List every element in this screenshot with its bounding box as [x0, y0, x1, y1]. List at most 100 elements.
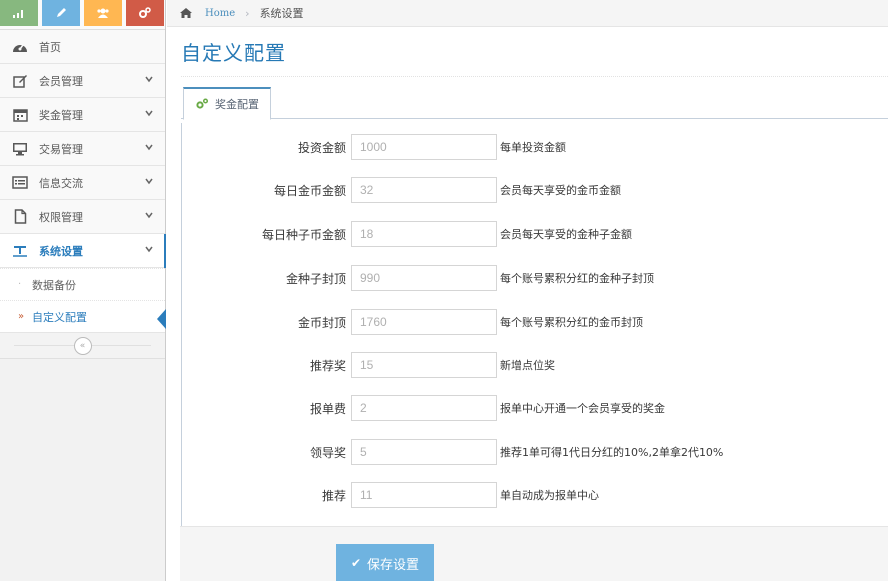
sidebar-item-label: 会员管理	[39, 74, 83, 88]
sidebar-collapse-bar: «	[0, 333, 165, 359]
sidebar-item-label: 系统设置	[39, 244, 83, 258]
double-angle-left-icon: «	[79, 340, 86, 351]
chevron-down-icon	[145, 178, 153, 185]
form-help-text: 会员每天享受的金币金额	[500, 184, 621, 197]
shortcut-cogs-button[interactable]	[126, 0, 164, 26]
desktop-icon	[11, 141, 29, 157]
breadcrumb-home-link[interactable]: Home	[205, 8, 235, 19]
coin-cap-input[interactable]	[351, 309, 497, 335]
sidebar-item-permissions[interactable]: 权限管理	[0, 200, 165, 234]
chevron-down-icon	[145, 212, 153, 219]
sidebar-item-label: 交易管理	[39, 142, 83, 156]
leader-bonus-input[interactable]	[351, 439, 497, 465]
form-label: 金种子封顶	[285, 271, 346, 286]
sidebar-item-label: 信息交流	[39, 176, 83, 190]
sidebar-item-messages[interactable]: 信息交流	[0, 166, 165, 200]
sidebar-item-label: 首页	[39, 40, 61, 54]
form-help-text: 每个账号累积分红的金种子封顶	[500, 272, 654, 285]
cogs-icon	[139, 7, 151, 18]
breadcrumb-separator: ›	[245, 6, 250, 20]
main-content: Home › 系统设置 自定义配置 奖金配置 投资金额 每单投资金额 每日金币金…	[167, 0, 888, 581]
sidebar-submenu: · 数据备份 » 自定义配置	[0, 268, 166, 333]
text-width-icon	[11, 243, 29, 259]
form-row-daily-coin: 每日金币金额 会员每天享受的金币金额	[182, 175, 882, 205]
sidebar-item-bonus[interactable]: 奖金管理	[0, 98, 165, 132]
pencil-icon	[57, 8, 66, 17]
sidebar-subitem-custom-config[interactable]: » 自定义配置	[0, 300, 166, 332]
form-help-text: 报单中心开通一个会员享受的奖金	[500, 402, 665, 415]
seed-cap-input[interactable]	[351, 265, 497, 291]
form-help-text: 新增点位奖	[500, 359, 555, 372]
order-fee-input[interactable]	[351, 395, 497, 421]
breadcrumb: Home › 系统设置	[167, 0, 888, 27]
file-icon	[11, 209, 29, 225]
referral-bonus-input[interactable]	[351, 352, 497, 378]
form-row-referral-bonus: 推荐奖 新增点位奖	[182, 350, 882, 380]
sidebar-shortcuts	[0, 0, 165, 30]
form-row-seed-cap: 金种子封顶 每个账号累积分红的金种子封顶	[182, 263, 882, 293]
page-title: 自定义配置	[181, 41, 286, 65]
form-label: 推荐奖	[309, 358, 346, 373]
group-icon	[97, 8, 109, 18]
cogs-icon	[196, 98, 209, 109]
sidebar-item-label: 奖金管理	[39, 108, 83, 122]
form-row-leader-bonus: 领导奖 推荐1单可得1代日分红的10%,2单拿2代10%	[182, 437, 882, 467]
form-label: 报单费	[309, 401, 346, 416]
form-label: 推荐	[321, 488, 346, 503]
shortcut-group-button[interactable]	[84, 0, 122, 26]
form-help-text: 每单投资金额	[500, 141, 566, 154]
sidebar-subitem-label: 数据备份	[32, 278, 76, 292]
shortcut-signal-button[interactable]	[0, 0, 38, 26]
sidebar-item-home[interactable]: 首页	[0, 30, 165, 64]
save-settings-button[interactable]: ✔ 保存设置	[336, 544, 434, 581]
chevron-down-icon	[145, 110, 153, 117]
form-help-text: 会员每天享受的金种子金额	[500, 228, 632, 241]
dashboard-icon	[11, 39, 29, 55]
chevron-down-icon	[145, 246, 153, 253]
check-icon: ✔	[350, 556, 362, 570]
sidebar-item-label: 权限管理	[39, 210, 83, 224]
sidebar-item-members[interactable]: 会员管理	[0, 64, 165, 98]
form-row-coin-cap: 金币封顶 每个账号累积分红的金币封顶	[182, 307, 882, 337]
sidebar-subitem-data-backup[interactable]: · 数据备份	[0, 268, 165, 300]
calendar-icon	[11, 107, 29, 123]
sidebar-item-trade[interactable]: 交易管理	[0, 132, 165, 166]
chevron-down-icon	[145, 144, 153, 151]
form-label: 金币封顶	[297, 315, 346, 330]
referral-count-input[interactable]	[351, 482, 497, 508]
form-label: 领导奖	[309, 445, 346, 460]
home-icon	[180, 8, 192, 18]
list-alt-icon	[11, 175, 29, 191]
collapse-sidebar-button[interactable]: «	[73, 336, 92, 355]
daily-coin-amount-input[interactable]	[351, 177, 497, 203]
form-label: 每日种子币金额	[261, 227, 346, 242]
form-row-daily-seed: 每日种子币金额 会员每天享受的金种子金额	[182, 219, 882, 249]
sidebar-item-system-settings[interactable]: 系统设置	[0, 234, 166, 268]
shortcut-pencil-button[interactable]	[42, 0, 80, 26]
form-row-order-fee: 报单费 报单中心开通一个会员享受的奖金	[182, 393, 882, 423]
breadcrumb-current: 系统设置	[259, 7, 304, 20]
edit-icon	[11, 73, 29, 89]
chevron-down-icon	[145, 76, 153, 83]
form-label: 投资金额	[297, 140, 346, 155]
save-button-label: 保存设置	[367, 557, 420, 573]
page-header: 自定义配置	[181, 27, 888, 77]
form-row-investment: 投资金额 每单投资金额	[182, 132, 882, 162]
sidebar-subitem-label: 自定义配置	[32, 310, 87, 324]
investment-amount-input[interactable]	[351, 134, 497, 160]
form-help-text: 每个账号累积分红的金币封顶	[500, 316, 643, 329]
form-help-text: 单自动成为报单中心	[500, 489, 599, 502]
double-angle-right-icon: »	[18, 311, 25, 322]
tab-bonus-config[interactable]: 奖金配置	[183, 87, 271, 120]
form-help-text: 推荐1单可得1代日分红的10%,2单拿2代10%	[500, 446, 724, 459]
config-form: 投资金额 每单投资金额 每日金币金额 会员每天享受的金币金额 每日种子币金额 会…	[181, 123, 888, 581]
daily-seed-amount-input[interactable]	[351, 221, 497, 247]
sidebar: 首页 会员管理 奖金管理 交易管理 信息交流 权限管理 系统设置 · 数据备份 …	[0, 0, 166, 581]
form-label: 每日金币金额	[273, 183, 346, 198]
tab-label: 奖金配置	[215, 98, 259, 111]
form-actions: ✔ 保存设置	[180, 526, 888, 581]
tree-line-icon: ·	[18, 279, 22, 290]
active-caret	[157, 309, 166, 329]
tabs: 奖金配置	[181, 87, 888, 120]
signal-icon	[13, 10, 23, 18]
